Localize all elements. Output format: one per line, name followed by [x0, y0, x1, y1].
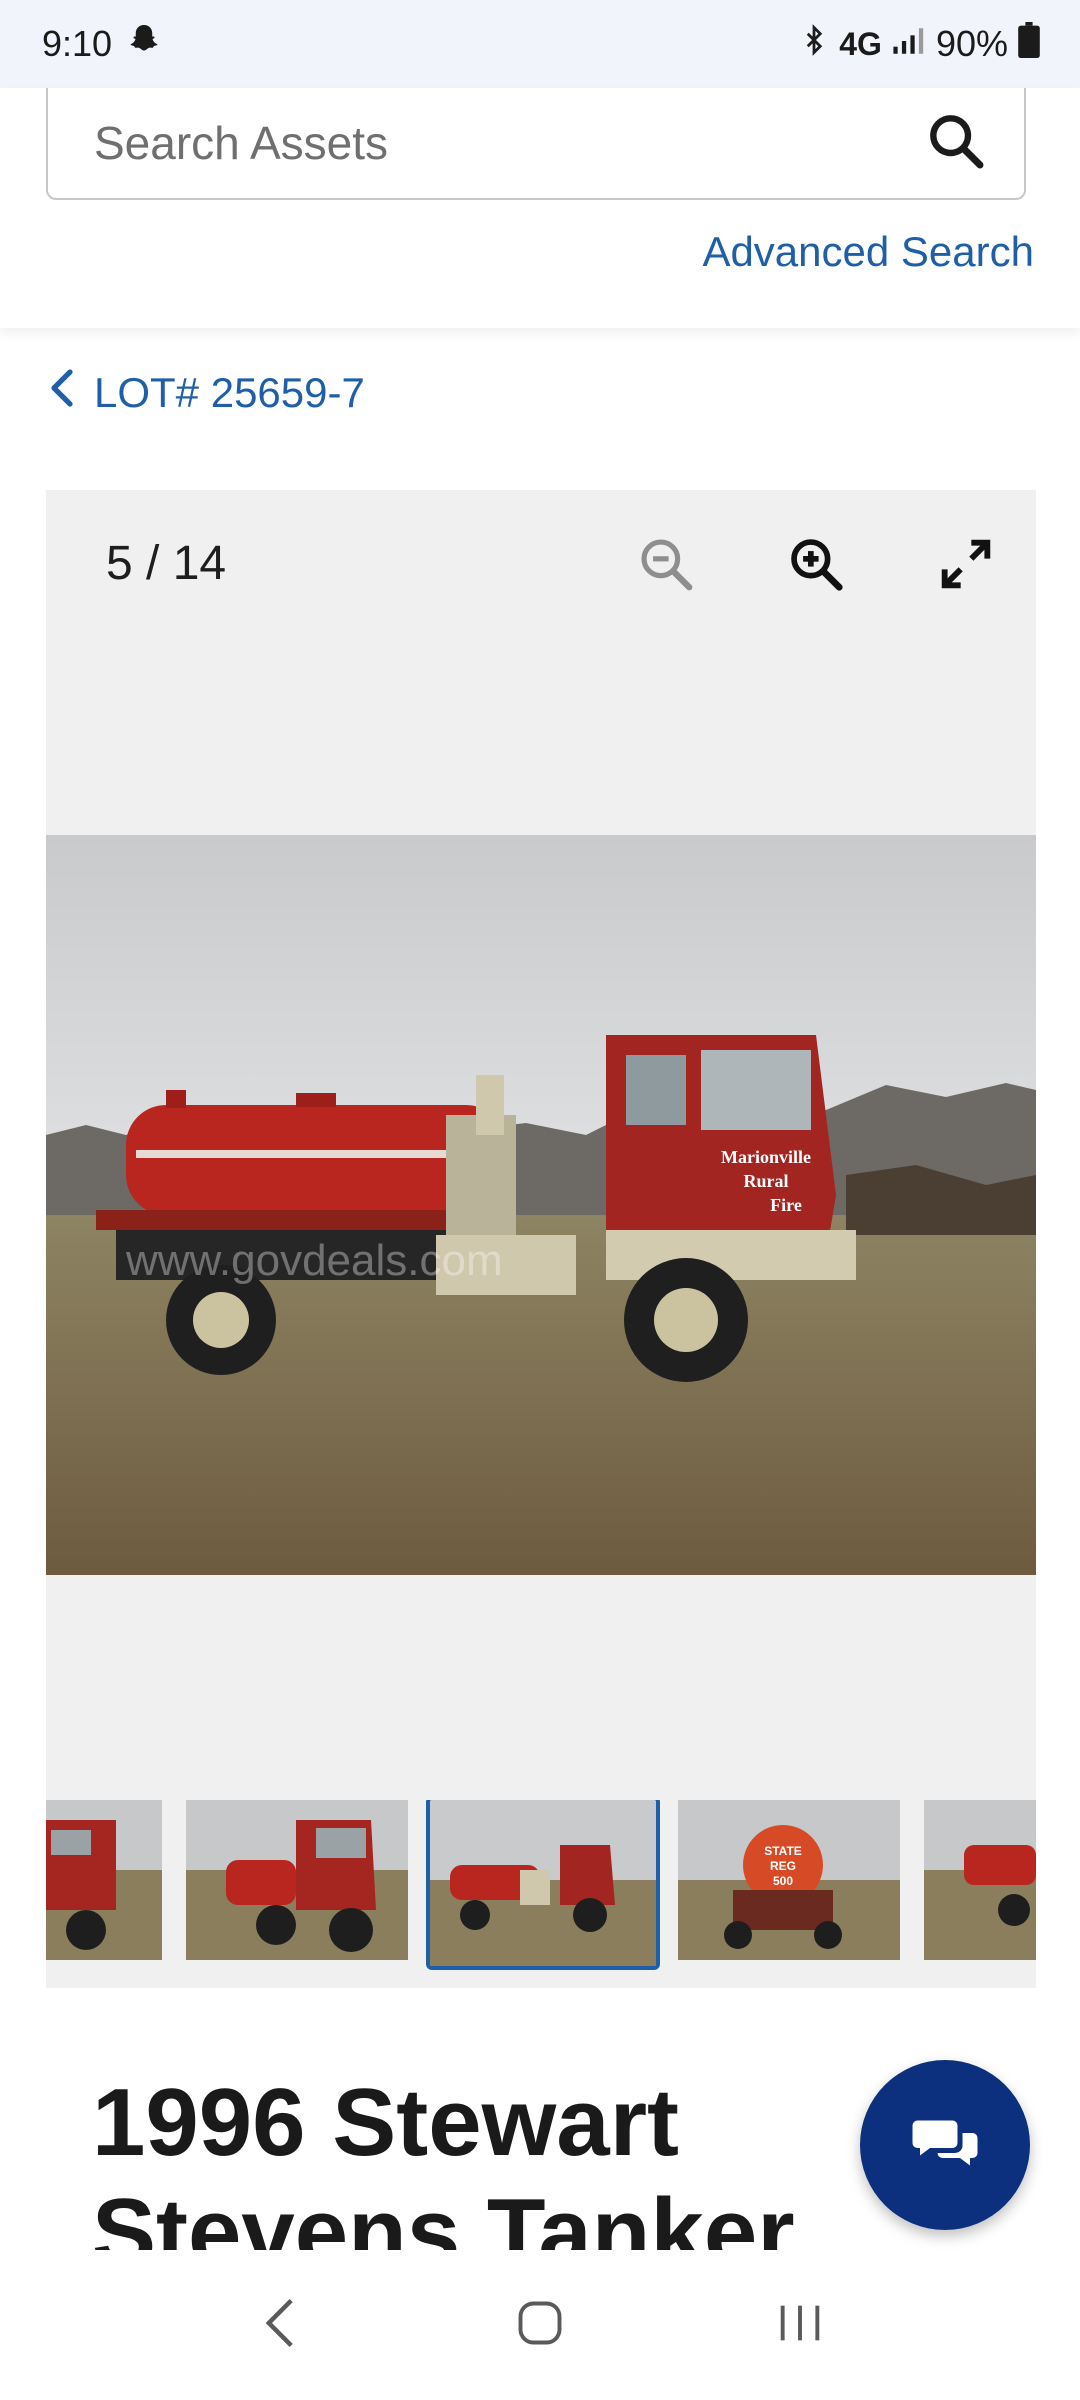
- home-nav-button[interactable]: [495, 2280, 585, 2370]
- thumbnail-3[interactable]: [46, 1800, 162, 1960]
- cab-text-line1: Marionville: [721, 1147, 811, 1167]
- zoom-out-button[interactable]: [626, 526, 706, 606]
- battery-icon: [1018, 21, 1040, 67]
- photo-watermark: www.govdeals.com: [125, 1236, 503, 1285]
- thumbnail-5-active[interactable]: [426, 1800, 660, 1970]
- header: Advanced Search: [0, 88, 1080, 328]
- status-right: 4G 90%: [799, 21, 1040, 67]
- battery-level: 90%: [935, 23, 1008, 64]
- zoom-in-button[interactable]: [776, 526, 856, 606]
- network-type: 4G: [839, 25, 882, 62]
- search-box[interactable]: [46, 88, 1026, 200]
- thumbnail-7[interactable]: [924, 1800, 1036, 1960]
- recents-nav-button[interactable]: [755, 2280, 845, 2370]
- back-icon: [260, 2295, 300, 2356]
- bluetooth-icon: [799, 23, 829, 66]
- system-navigation-bar: [0, 2250, 1080, 2400]
- signal-icon: [892, 23, 926, 65]
- status-time: 9:10: [42, 23, 113, 64]
- main-photo[interactable]: Marionville Rural Fire www.govdeals.com: [46, 835, 1036, 1575]
- chat-button[interactable]: [860, 2060, 1030, 2230]
- lot-number: LOT# 25659-7: [94, 369, 365, 416]
- zoom-in-icon: [785, 533, 847, 600]
- back-nav-button[interactable]: [235, 2280, 325, 2370]
- thumb-tank-line2: REG: [770, 1859, 796, 1873]
- lot-back-link[interactable]: LOT# 25659-7: [48, 368, 365, 418]
- status-bar: 9:10 4G 90%: [0, 0, 1080, 88]
- recents-icon: [774, 2299, 826, 2352]
- image-counter: 5 / 14: [106, 537, 227, 590]
- advanced-search-link[interactable]: Advanced Search: [702, 228, 1034, 276]
- listing-title: 1996 Stewart Stevens Tanker: [92, 2069, 795, 2268]
- expand-icon: [934, 532, 998, 601]
- thumbnail-4[interactable]: [186, 1800, 408, 1960]
- search-icon[interactable]: [924, 109, 988, 178]
- search-input[interactable]: [94, 116, 914, 170]
- snapchat-icon: [126, 22, 162, 67]
- thumbnail-6[interactable]: STATE REG 500: [678, 1800, 900, 1960]
- cab-text-line2: Rural: [744, 1171, 789, 1191]
- zoom-out-icon: [635, 533, 697, 600]
- home-icon: [514, 2297, 566, 2354]
- thumb-tank-line1: STATE: [764, 1844, 802, 1858]
- thumbnail-strip: STATE REG 500: [46, 1800, 1036, 1970]
- chevron-left-icon: [48, 368, 76, 418]
- image-gallery: 5 / 14 Marionville Rural Fire www.govdea…: [46, 490, 1036, 1988]
- chat-icon: [910, 2113, 980, 2178]
- thumb-tank-line3: 500: [773, 1874, 793, 1888]
- cab-text-line3: Fire: [770, 1195, 802, 1215]
- status-left: 9:10: [42, 22, 162, 67]
- fullscreen-button[interactable]: [926, 526, 1006, 606]
